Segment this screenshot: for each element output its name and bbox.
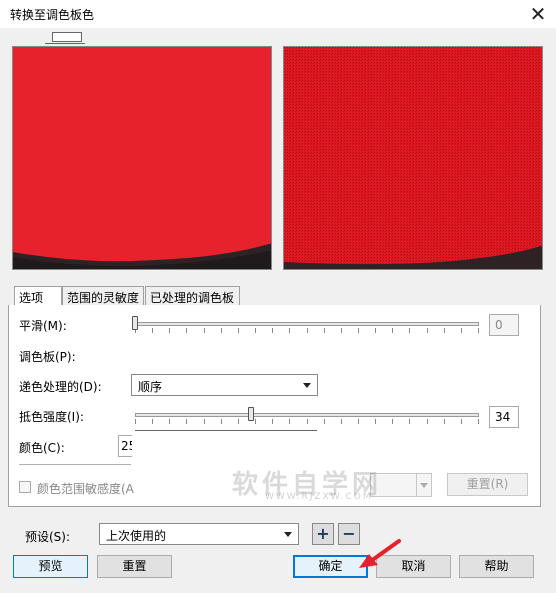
tab-options[interactable]: 选项 <box>14 286 62 307</box>
add-preset-button[interactable]: + <box>312 523 334 545</box>
dither-strength-slider-ticks <box>135 419 479 425</box>
colors-value-field[interactable]: 25 <box>118 435 132 457</box>
red-arrow-annotation <box>359 539 401 568</box>
smooth-label: 平滑(M): <box>19 319 67 333</box>
watermark-url: WWW.RJZXW.COM <box>265 492 373 502</box>
original-preview[interactable] <box>12 46 272 270</box>
slider-tick <box>341 419 342 424</box>
slider-tick <box>324 328 325 333</box>
slider-tick <box>169 328 170 333</box>
result-preview-image <box>284 47 542 269</box>
slider-tick <box>478 419 479 424</box>
chevron-down-icon <box>303 383 311 388</box>
slider-tick <box>375 419 376 424</box>
slider-tick <box>444 419 445 424</box>
chevron-down-icon <box>420 483 428 488</box>
slider-tick <box>392 328 393 333</box>
dither-strength-value-field[interactable]: 34 <box>489 406 519 428</box>
slider-tick <box>358 328 359 333</box>
slider-tick <box>427 328 428 333</box>
dither-label: 递色处理的(D): <box>19 380 102 394</box>
range-reset-button[interactable]: 重置(R) <box>447 473 528 496</box>
palette-label: 调色板(P): <box>19 350 76 364</box>
dither-select-value: 顺序 <box>138 380 163 394</box>
tab-processed-palette[interactable]: 已处理的调色板 <box>145 286 240 306</box>
chevron-down-icon <box>284 532 292 537</box>
slider-tick <box>461 419 462 424</box>
close-icon[interactable]: ✕ <box>524 1 552 27</box>
slider-tick <box>152 419 153 424</box>
dither-strength-slider-track[interactable] <box>135 413 479 417</box>
slider-tick <box>427 419 428 424</box>
preset-select[interactable]: 上次使用的 <box>99 523 299 545</box>
slider-tick <box>152 328 153 333</box>
slider-tick <box>221 419 222 424</box>
dither-strength-slider-thumb[interactable] <box>248 407 254 421</box>
slider-tick <box>135 419 136 424</box>
dither-select[interactable]: 顺序 <box>131 374 318 396</box>
slider-tick <box>409 328 410 333</box>
slider-tick <box>238 419 239 424</box>
slider-tick <box>392 419 393 424</box>
smooth-slider-ticks <box>135 328 479 334</box>
slider-tick <box>169 419 170 424</box>
slider-tick <box>255 328 256 333</box>
slider-tick <box>375 328 376 333</box>
slider-tick <box>444 328 445 333</box>
preview-split-icon[interactable] <box>52 32 82 42</box>
slider-tick <box>255 419 256 424</box>
slider-tick <box>238 328 239 333</box>
original-preview-image <box>13 47 271 269</box>
slider-tick <box>341 328 342 333</box>
preset-label: 预设(S): <box>25 530 71 544</box>
slider-tick <box>358 419 359 424</box>
slider-tick <box>186 419 187 424</box>
preview-divider-line <box>45 43 85 44</box>
slider-tick <box>478 328 479 333</box>
smooth-value-field[interactable]: 0 <box>489 314 519 336</box>
help-button[interactable]: 帮助 <box>459 555 534 578</box>
dither-strength-label: 抵色强度(I): <box>19 410 84 424</box>
result-preview[interactable] <box>283 46 543 270</box>
slider-tick <box>289 419 290 424</box>
smooth-slider-thumb[interactable] <box>132 316 138 330</box>
preset-select-value: 上次使用的 <box>106 529 167 543</box>
slider-tick <box>409 419 410 424</box>
slider-tick <box>272 328 273 333</box>
dither-strength-underline <box>135 430 317 431</box>
colors-label: 颜色(C): <box>19 441 65 455</box>
slider-tick <box>204 419 205 424</box>
slider-tick <box>204 328 205 333</box>
slider-tick <box>324 419 325 424</box>
slider-tick <box>461 328 462 333</box>
slider-tick <box>307 419 308 424</box>
panel-separator <box>19 464 131 465</box>
slider-tick <box>272 419 273 424</box>
preview-button[interactable]: 预览 <box>13 555 88 578</box>
color-range-label: 颜色范围敏感度(A <box>37 482 134 496</box>
slider-tick <box>186 328 187 333</box>
slider-tick <box>289 328 290 333</box>
window-title: 转换至调色板色 <box>10 8 95 22</box>
smooth-slider-track[interactable] <box>135 322 479 326</box>
slider-tick <box>307 328 308 333</box>
reset-button[interactable]: 重置 <box>97 555 172 578</box>
color-range-checkbox[interactable] <box>19 481 31 493</box>
slider-tick <box>221 328 222 333</box>
tab-range-sensitivity[interactable]: 范围的灵敏度 <box>62 286 144 306</box>
